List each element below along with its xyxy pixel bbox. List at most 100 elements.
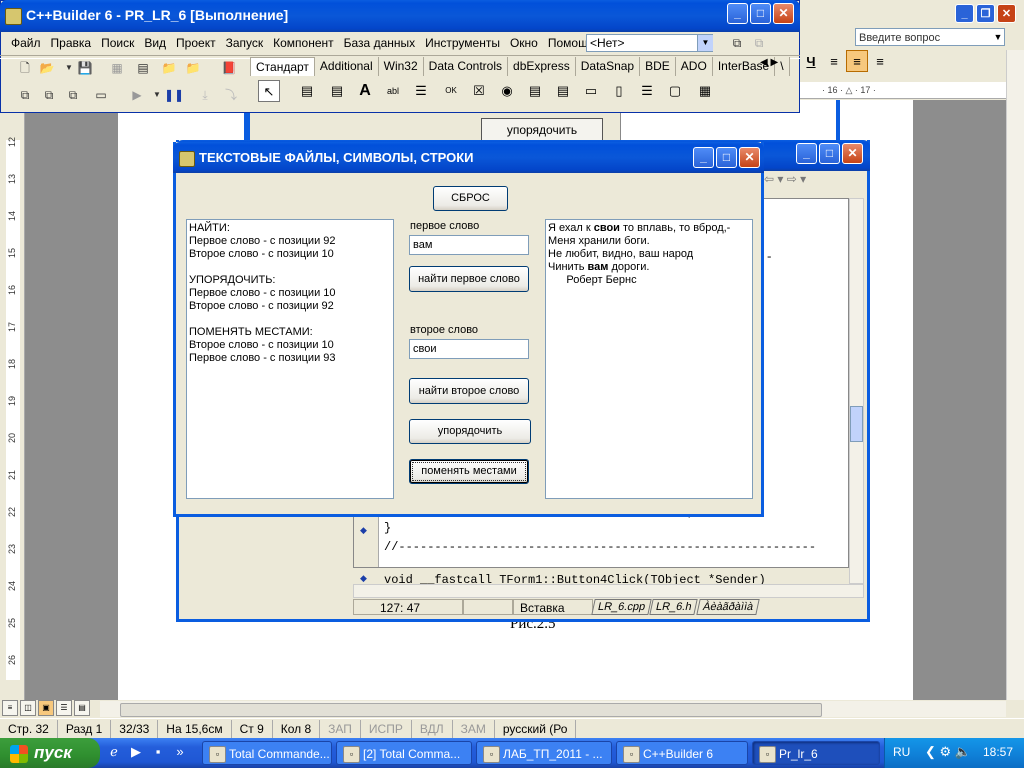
radiogroup-icon[interactable]: ☰ [636, 80, 658, 102]
combobox-icon[interactable]: ▤ [552, 80, 574, 102]
poem-richedit[interactable]: Я ехал к свои то вплавь, то вброд,- Меня… [545, 219, 753, 499]
forward-arrow-icon[interactable]: ⇨ ▾ [787, 172, 806, 186]
minimize-icon[interactable]: _ [796, 143, 817, 164]
taskbar-task[interactable]: ▫ Total Commande... [202, 741, 332, 765]
minimize-icon[interactable]: _ [727, 3, 748, 24]
mainmenu-icon[interactable]: ▤ [296, 80, 318, 102]
media-player-icon[interactable]: ▶ [128, 744, 144, 760]
edit-icon[interactable]: abl [382, 80, 404, 102]
radiobutton-icon[interactable]: ◉ [496, 80, 518, 102]
new-icon[interactable]: 🗋 [16, 59, 34, 77]
groupbox-icon[interactable]: ▯ [608, 80, 630, 102]
menu-item[interactable]: База данных [339, 33, 420, 53]
close-icon[interactable]: ✕ [842, 143, 863, 164]
taskbar-task[interactable]: ▫ Pr_lr_6 [752, 741, 880, 765]
word-vertical-scrollbar[interactable] [1006, 50, 1024, 700]
builder-title-bar[interactable]: C++Builder 6 - PR_LR_6 [Выполнение] _ □ … [0, 0, 800, 32]
taskbar-task[interactable]: ▫ ЛАБ_ТП_2011 - ... [476, 741, 612, 765]
palette-tab[interactable]: Win32 [378, 57, 424, 76]
checkbox-icon[interactable]: ☒ [468, 80, 490, 102]
actionlist-icon[interactable]: ▦ [694, 80, 716, 102]
app-icon[interactable]: ▪ [150, 744, 166, 760]
underline-button[interactable]: Ч [800, 51, 822, 73]
arrow-right-icon[interactable]: ▶ [770, 57, 778, 68]
debug-desktop-icon[interactable]: ⧉ [750, 34, 768, 52]
swap-button[interactable]: поменять местами [409, 459, 529, 484]
menu-item[interactable]: Окно [505, 33, 543, 53]
close-icon[interactable]: ✕ [739, 147, 760, 168]
toggle-form-unit-icon[interactable]: ⧉ [64, 86, 82, 104]
palette-tab[interactable]: Стандарт [250, 57, 315, 76]
taskbar-task[interactable]: ▫ C++Builder 6 [616, 741, 748, 765]
palette-tab[interactable]: dbExpress [508, 57, 576, 76]
add-to-project-icon[interactable]: 📁 [160, 59, 178, 77]
panel-icon[interactable]: ▢ [664, 80, 686, 102]
menu-item[interactable]: Инструменты [420, 33, 505, 53]
word-help-search-input[interactable]: Введите вопрос [855, 28, 1005, 46]
listbox-icon[interactable]: ▤ [524, 80, 546, 102]
save-all-icon[interactable]: ▦ [108, 59, 126, 77]
minimize-icon[interactable]: _ [955, 4, 974, 23]
find-second-word-button[interactable]: найти второе слово [409, 378, 529, 404]
second-word-input[interactable]: свои [409, 339, 529, 359]
print-view-icon[interactable]: ▣ [38, 700, 54, 716]
justify-button[interactable]: ≡ [869, 51, 891, 73]
trace-into-icon[interactable]: ⤓ [196, 86, 214, 104]
scroll-thumb[interactable] [850, 406, 863, 442]
help-book-icon[interactable]: 📕 [220, 59, 238, 77]
start-button[interactable]: пуск [0, 738, 100, 768]
result-memo[interactable]: НАЙТИ: Первое слово - с позиции 92 Второ… [186, 219, 394, 499]
order-button[interactable]: упорядочить [409, 419, 531, 444]
network-icon[interactable]: ⚙ [940, 744, 952, 759]
align-center-button[interactable]: ≡ [846, 50, 868, 72]
maximize-icon[interactable]: □ [716, 147, 737, 168]
form-title-bar[interactable]: ТЕКСТОВЫЕ ФАЙЛЫ, СИМВОЛЫ, СТРОКИ _ □ ✕ [173, 142, 764, 173]
menu-item[interactable]: Запуск [221, 33, 269, 53]
pointer-icon[interactable]: ↖ [258, 80, 280, 102]
open-icon[interactable]: 📂 [38, 59, 56, 77]
palette-tab[interactable]: ADO [675, 57, 713, 76]
open-project-icon[interactable]: ▤ [134, 59, 152, 77]
menu-item[interactable]: Вид [139, 33, 171, 53]
save-desktop-icon[interactable]: ⧉ [728, 34, 746, 52]
chevron-down-icon[interactable]: ▼ [990, 28, 1006, 46]
align-left-button[interactable]: ≡ [823, 51, 845, 73]
scroll-thumb[interactable] [120, 703, 822, 717]
reset-button[interactable]: СБРОС [433, 186, 508, 211]
find-first-word-button[interactable]: найти первое слово [409, 266, 529, 292]
normal-view-icon[interactable]: ≡ [2, 700, 18, 716]
chevron-left-icon[interactable]: ❮ [925, 744, 936, 759]
outline-view-icon[interactable]: ☰ [56, 700, 72, 716]
menu-item[interactable]: Компонент [268, 33, 339, 53]
pause-icon[interactable]: ❚❚ [164, 86, 184, 104]
volume-icon[interactable]: 🔈 [955, 744, 971, 759]
desktop-combo[interactable]: <Нет> [586, 34, 713, 52]
label-icon[interactable]: A [354, 80, 376, 102]
palette-tab[interactable]: Additional [314, 57, 379, 76]
ie-icon[interactable]: ℯ [106, 744, 122, 760]
save-icon[interactable]: 💾 [76, 59, 94, 77]
reading-view-icon[interactable]: ▤ [74, 700, 90, 716]
maximize-icon[interactable]: □ [750, 3, 771, 24]
palette-scroll[interactable]: ◀ ▶ [760, 57, 796, 75]
scrollbar-icon[interactable]: ▭ [580, 80, 602, 102]
language-indicator[interactable]: RU [893, 745, 910, 759]
chevron-down-icon[interactable]: ▼ [697, 35, 713, 51]
close-icon[interactable]: ✕ [773, 3, 794, 24]
back-arrow-icon[interactable]: ⇦ ▾ [764, 172, 783, 186]
run-icon[interactable]: ▶ [128, 86, 146, 104]
tab-diagram[interactable]: Àèàãðàììà [695, 599, 760, 615]
palette-tab[interactable]: DataSnap [575, 57, 641, 76]
step-over-icon[interactable]: ⤵ [222, 86, 240, 104]
memo-icon[interactable]: ☰ [410, 80, 432, 102]
tab-lr6-h[interactable]: LR_6.h [649, 599, 699, 615]
taskbar-task[interactable]: ▫ [2] Total Comma... [336, 741, 472, 765]
web-view-icon[interactable]: ◫ [20, 700, 36, 716]
maximize-icon[interactable]: □ [819, 143, 840, 164]
chevron-right-icon[interactable]: » [172, 744, 188, 760]
menu-item[interactable]: Проект [171, 33, 221, 53]
popupmenu-icon[interactable]: ▤ [326, 80, 348, 102]
menu-item[interactable]: Поиск [96, 33, 139, 53]
view-unit-icon[interactable]: ⧉ [16, 86, 34, 104]
menu-item[interactable]: Файл [6, 33, 46, 53]
